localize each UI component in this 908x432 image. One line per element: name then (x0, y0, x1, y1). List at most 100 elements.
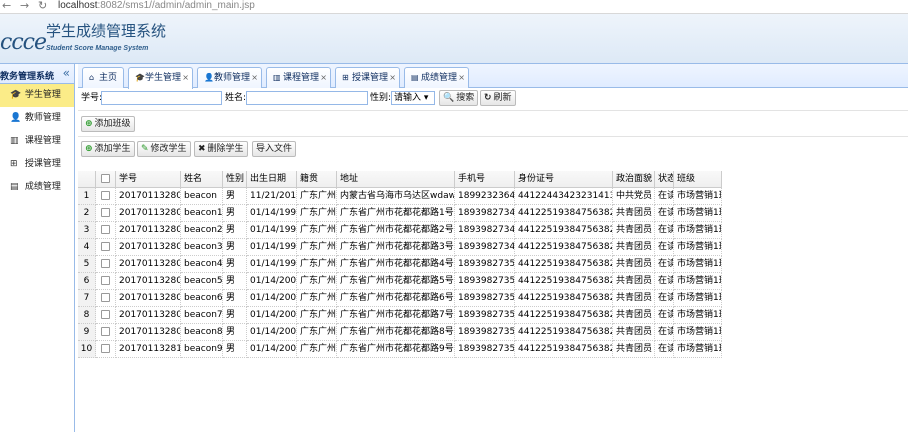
cell-native-place: 广东广州 (297, 273, 337, 290)
row-number-header (78, 171, 96, 188)
logo-mark: ccce (0, 30, 47, 55)
sidebar-item-course[interactable]: ▥ 课程管理 (0, 130, 74, 153)
cell-gender: 男 (223, 324, 247, 341)
row-checkbox-cell[interactable] (96, 188, 116, 205)
table-row[interactable]: 7 201701132807 beacon6 男 01/14/2001 广东广州 广东省广州… (78, 290, 738, 307)
tab-home[interactable]: ⌂ 主页 (82, 67, 124, 88)
cell-id-number: 441225193847563821 (515, 256, 613, 273)
sno-input[interactable] (101, 91, 222, 105)
sidebar-item-student[interactable]: 🎓 学生管理 (0, 84, 74, 107)
row-checkbox-cell[interactable] (96, 273, 116, 290)
add-student-button[interactable]: ⊕ 添加学生 (81, 141, 135, 157)
column-header-phone: 手机号 (455, 171, 515, 188)
cell-status: 在读 (655, 341, 674, 358)
row-checkbox[interactable] (101, 191, 110, 200)
cell-id-number: 441225193847563821 (515, 273, 613, 290)
reload-icon[interactable]: ↻ (38, 0, 47, 12)
row-checkbox[interactable] (101, 344, 110, 353)
teacher-icon: 👤 (204, 73, 214, 82)
cell-name: beacon5 (181, 273, 223, 290)
column-header-sno: 学号 (116, 171, 181, 188)
close-icon[interactable]: × (458, 68, 465, 87)
cell-sno: 201701132807 (116, 290, 181, 307)
add-student-label: 添加学生 (94, 144, 131, 154)
browser-address-bar: ← → ↻ localhost:8082/sms1//admin/admin_m… (0, 0, 908, 14)
back-icon[interactable]: ← (2, 0, 11, 12)
row-checkbox-cell[interactable] (96, 341, 116, 358)
cell-phone: 18939827352 (455, 290, 515, 307)
cell-phone: 18939827348 (455, 222, 515, 239)
refresh-button[interactable]: ↻ 刷新 (480, 90, 516, 106)
tab-teacher[interactable]: 👤教师管理 × (197, 67, 262, 88)
tab-bar: ⌂ 主页 🎓学生管理 × 👤教师管理 × ▥ 课程管理 × ⊞ 授课管理 × ▤ 成绩管理 × (78, 64, 908, 89)
delete-student-label: 删除学生 (207, 144, 244, 154)
close-icon[interactable]: × (320, 68, 327, 87)
cell-phone: 18939827350 (455, 256, 515, 273)
app-subtitle: Student Score Manage System (46, 45, 149, 52)
row-checkbox[interactable] (101, 259, 110, 268)
cell-birth-date: 01/14/1996 (247, 205, 297, 222)
row-checkbox-cell[interactable] (96, 239, 116, 256)
add-class-button[interactable]: ⊕ 添加班级 (81, 116, 135, 132)
sidebar-header: 教务管理系统 « (0, 64, 74, 84)
close-icon[interactable]: × (389, 68, 396, 87)
edit-student-button[interactable]: ✎ 修改学生 (137, 141, 191, 157)
url-host: localhost (58, 0, 98, 11)
cell-phone: 18992323647 (455, 188, 515, 205)
row-checkbox[interactable] (101, 293, 110, 302)
table-row[interactable]: 10 201701132810 beacon9 男 01/14/2004 广东广州 广东省广… (78, 341, 738, 358)
tab-label: 教师管理 (214, 73, 251, 83)
close-icon[interactable]: × (182, 68, 189, 87)
row-checkbox-cell[interactable] (96, 256, 116, 273)
forward-icon[interactable]: → (20, 0, 29, 12)
sidebar-item-score[interactable]: ▤ 成绩管理 (0, 176, 74, 199)
close-icon[interactable]: × (251, 68, 258, 87)
row-checkbox[interactable] (101, 327, 110, 336)
table-row[interactable]: 2 201701132802 beacon1 男 01/14/1996 广东广州 广东省广州… (78, 205, 738, 222)
tab-course[interactable]: ▥ 课程管理 × (266, 67, 331, 88)
sidebar-item-teacher[interactable]: 👤 教师管理 (0, 107, 74, 130)
collapse-icon[interactable]: « (63, 66, 70, 80)
tab-student[interactable]: 🎓学生管理 × (128, 67, 193, 89)
import-file-button[interactable]: 导入文件 (252, 141, 297, 157)
tab-score[interactable]: ▤ 成绩管理 × (404, 67, 469, 88)
search-button[interactable]: 🔍 搜索 (439, 90, 479, 106)
row-checkbox-cell[interactable] (96, 205, 116, 222)
divider (78, 110, 908, 111)
table-row[interactable]: 1 201701132801 beacon 男 11/21/2017 广东广州 内蒙古省乌海… (78, 188, 738, 205)
row-checkbox[interactable] (101, 225, 110, 234)
row-checkbox-cell[interactable] (96, 307, 116, 324)
row-checkbox[interactable] (101, 208, 110, 217)
sidebar: 教务管理系统 « 🎓 学生管理 👤 教师管理 ▥ 课程管理 ⊞ 授课管理 ▤ 成… (0, 64, 75, 432)
url-field[interactable]: localhost:8082/sms1//admin/admin_main.js… (58, 0, 255, 12)
table-row[interactable]: 5 201701132805 beacon4 男 01/14/1999 广东广州 广东省广州… (78, 256, 738, 273)
row-checkbox[interactable] (101, 242, 110, 251)
cell-class: 市场营销1班 (674, 307, 722, 324)
table-row[interactable]: 3 201701132803 beacon2 男 01/14/1997 广东广州 广东省广州… (78, 222, 738, 239)
column-header-class: 班级 (674, 171, 722, 188)
app-header: ccce 学生成绩管理系统 Student Score Manage Syste… (0, 14, 908, 64)
table-row[interactable]: 9 201701132809 beacon8 男 01/14/2003 广东广州 广东省广州… (78, 324, 738, 341)
cell-class: 市场营销1班 (674, 239, 722, 256)
row-checkbox[interactable] (101, 276, 110, 285)
row-checkbox-cell[interactable] (96, 324, 116, 341)
select-all-checkbox-cell[interactable] (96, 171, 116, 188)
cell-name: beacon1 (181, 205, 223, 222)
table-row[interactable]: 4 201701132804 beacon3 男 01/14/1998 广东广州 广东省广州… (78, 239, 738, 256)
row-checkbox[interactable] (101, 310, 110, 319)
tab-teaching[interactable]: ⊞ 授课管理 × (335, 67, 400, 88)
delete-student-button[interactable]: ✖ 删除学生 (194, 141, 248, 157)
sidebar-item-teaching[interactable]: ⊞ 授课管理 (0, 153, 74, 176)
cell-gender: 男 (223, 273, 247, 290)
table-row[interactable]: 8 201701132808 beacon7 男 01/14/2002 广东广州 广东省广州… (78, 307, 738, 324)
name-input[interactable] (246, 91, 368, 105)
cell-sno: 201701132804 (116, 239, 181, 256)
table-row[interactable]: 6 201701132806 beacon5 男 01/14/2000 广东广州 广东省广州… (78, 273, 738, 290)
cell-address: 广东省广州市花都花都路5号 (337, 273, 455, 290)
gender-select[interactable]: 请输入 ▾ (391, 91, 435, 105)
cell-id-number: 441225193847563821 (515, 307, 613, 324)
score-icon: ▤ (10, 182, 19, 192)
row-checkbox[interactable] (101, 174, 110, 183)
row-checkbox-cell[interactable] (96, 290, 116, 307)
row-checkbox-cell[interactable] (96, 222, 116, 239)
